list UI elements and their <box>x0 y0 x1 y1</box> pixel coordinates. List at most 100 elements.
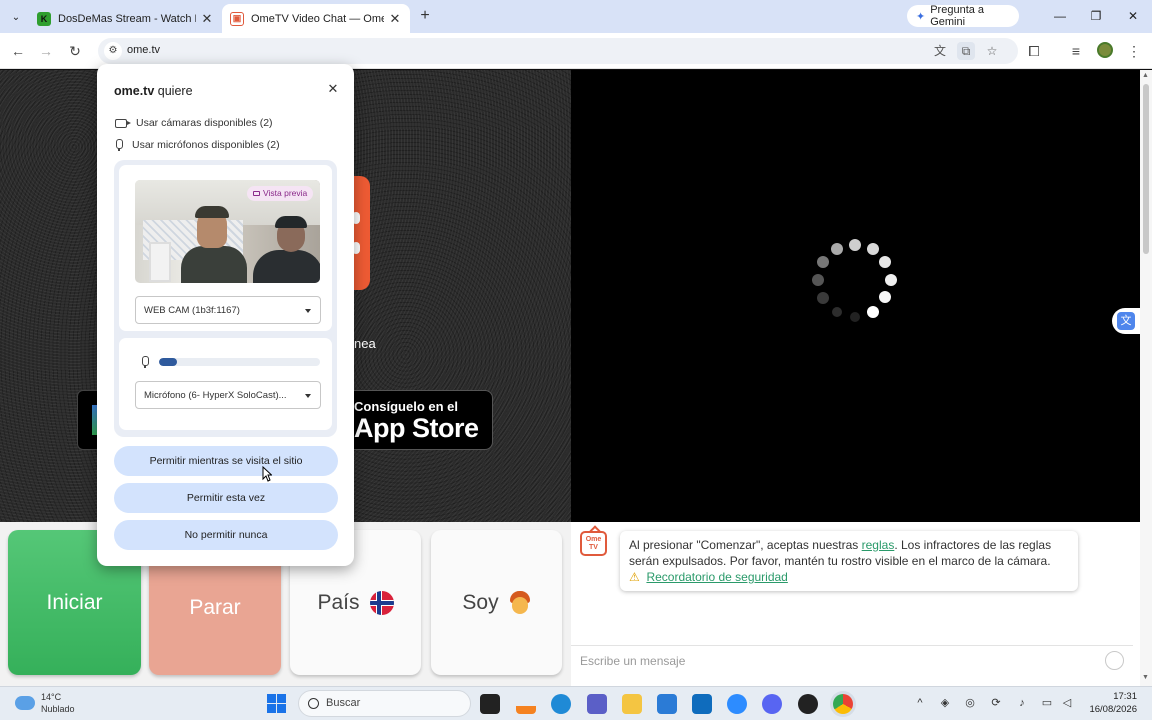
rules-notice: Al presionar "Comenzar", aceptas nuestra… <box>620 531 1078 591</box>
new-tab-plus-icon[interactable]: + <box>416 7 434 25</box>
device-preview-box: Vista previa WEB CAM (1b3f:1167) Micrófo… <box>114 160 337 437</box>
outlook-icon[interactable] <box>692 694 712 714</box>
weather-widget[interactable]: 14°C Nublado <box>15 691 75 715</box>
appstore-small-text: Consíguelo en el <box>354 399 459 414</box>
tray-mic-icon[interactable]: ♪ <box>1015 696 1029 710</box>
tab-title: OmeTV Video Chat — Omegle <box>251 12 384 25</box>
restore-icon[interactable]: ❐ <box>1079 4 1113 28</box>
message-input[interactable]: Escribe un mensaje <box>571 645 1133 675</box>
mic-level-meter <box>159 358 320 366</box>
gemini-label: Pregunta a Gemini <box>930 4 985 28</box>
translate-widget-icon[interactable]: 文 <box>1112 308 1140 334</box>
profile-avatar[interactable] <box>1097 42 1113 58</box>
reload-icon[interactable]: ↻ <box>64 40 86 62</box>
notice-text-1: Al presionar "Comenzar", aceptas nuestra… <box>629 538 862 552</box>
caret-down-icon <box>305 394 311 398</box>
tab-dosdemas[interactable]: K DosDeMas Stream - Watch Live ✕ <box>29 4 222 33</box>
kick-favicon-icon: K <box>37 11 51 26</box>
clock-date: 16/08/2026 <box>1089 704 1137 715</box>
mic-request-row: Usar micrófonos disponibles (2) <box>115 139 280 151</box>
translate-icon[interactable]: 文 <box>931 42 949 60</box>
tray-display-icon[interactable]: ▭ <box>1040 696 1054 710</box>
back-arrow-icon[interactable]: ← <box>7 40 29 62</box>
file-explorer-icon[interactable] <box>622 694 642 714</box>
tray-app-icon[interactable]: ◈ <box>938 696 952 710</box>
app-icon[interactable] <box>798 694 818 714</box>
zoom-icon[interactable] <box>727 694 747 714</box>
microphone-select[interactable]: Micrófono (6- HyperX SoloCast)... <box>135 381 321 409</box>
allow-while-visiting-button[interactable]: Permitir mientras se visita el sitio <box>114 446 338 476</box>
minimize-icon[interactable]: — <box>1043 4 1077 28</box>
mic-level-fill <box>159 358 177 366</box>
prompt-site: ome.tv <box>114 84 155 98</box>
gemini-button[interactable]: ✦ Pregunta a Gemini <box>907 4 1019 28</box>
windows-taskbar: 14°C Nublado Buscar ^ ◈ ◎ ⟳ ♪ ▭ ◁ 17:31 … <box>0 686 1152 720</box>
country-label: País <box>317 590 360 614</box>
tab-close-icon[interactable]: ✕ <box>388 11 402 27</box>
tab-search-chevron-icon[interactable]: ⌄ <box>7 8 25 26</box>
tray-sync-icon[interactable]: ⟳ <box>989 696 1003 710</box>
address-bar[interactable]: ⚙ ome.tv 文 ⧉ ☆ <box>98 38 1018 64</box>
system-clock[interactable]: 17:31 16/08/2026 <box>1083 690 1137 716</box>
mic-request-text: Usar micrófonos disponibles (2) <box>132 139 280 151</box>
tab-ometv[interactable]: ▣ OmeTV Video Chat — Omegle ✕ <box>222 4 410 33</box>
temperature: 14°C <box>41 692 62 702</box>
emoji-icon[interactable] <box>1105 651 1124 670</box>
search-icon <box>308 698 319 709</box>
page-scrollbar[interactable]: ▲ ▼ <box>1140 70 1152 686</box>
extensions-puzzle-icon[interactable]: ⧠ <box>1023 40 1045 62</box>
discord-icon[interactable] <box>762 694 782 714</box>
task-view-icon[interactable] <box>480 694 500 714</box>
safety-reminder-link[interactable]: Recordatorio de seguridad <box>646 570 787 584</box>
windows-start-icon[interactable] <box>267 694 286 713</box>
cloud-icon <box>15 696 35 710</box>
mic-level-row <box>141 356 320 368</box>
gender-label: Soy <box>462 590 499 614</box>
search-label: Buscar <box>326 697 361 709</box>
taskbar-search[interactable]: Buscar <box>298 690 471 717</box>
camera-request-text: Usar cámaras disponibles (2) <box>136 117 273 129</box>
prompt-title-suffix: quiere <box>157 84 193 98</box>
scroll-up-arrow-icon[interactable]: ▲ <box>1142 72 1149 79</box>
camera-select[interactable]: WEB CAM (1b3f:1167) <box>135 296 321 324</box>
caret-down-icon <box>305 309 311 313</box>
edge-icon[interactable] <box>551 694 571 714</box>
teams-icon[interactable] <box>587 694 607 714</box>
weather-condition: Nublado <box>41 704 75 714</box>
app-store-badge[interactable]: Consíguelo en el App Store <box>347 390 493 450</box>
tray-chevron-icon[interactable]: ^ <box>913 696 927 710</box>
prompt-close-icon[interactable]: ✕ <box>325 81 341 97</box>
vlc-icon[interactable] <box>516 694 536 714</box>
never-allow-button[interactable]: No permitir nunca <box>114 520 338 550</box>
tab-close-icon[interactable]: ✕ <box>200 11 214 27</box>
camera-request-row: Usar cámaras disponibles (2) <box>115 117 273 129</box>
chat-panel: Ome TV Al presionar "Comenzar", aceptas n… <box>571 522 1140 686</box>
mic-select-value: Micrófono (6- HyperX SoloCast)... <box>144 390 287 401</box>
tray-shield-icon[interactable]: ◎ <box>963 696 977 710</box>
permission-prompt: ome.tv quiere ✕ Usar cámaras disponibles… <box>97 64 354 566</box>
gender-button[interactable]: Soy <box>431 530 562 675</box>
scroll-thumb[interactable] <box>1143 84 1149 254</box>
menu-kebab-icon[interactable]: ⋮ <box>1123 40 1145 62</box>
forward-arrow-icon[interactable]: → <box>35 40 57 62</box>
boy-face-icon <box>509 590 531 615</box>
microphone-icon <box>141 356 149 368</box>
preview-badge: Vista previa <box>247 186 314 201</box>
camera-permission-icon[interactable]: ⧉ <box>957 42 975 60</box>
rules-link[interactable]: reglas <box>862 538 895 552</box>
media-controls-icon[interactable]: ≡ <box>1065 40 1087 62</box>
camera-preview-image: Vista previa <box>135 180 320 283</box>
scroll-down-arrow-icon[interactable]: ▼ <box>1142 674 1149 681</box>
tab-title: DosDeMas Stream - Watch Live <box>58 12 196 25</box>
store-icon[interactable] <box>657 694 677 714</box>
tray-volume-icon[interactable]: ◁ <box>1060 696 1074 710</box>
site-info-icon[interactable]: ⚙ <box>104 42 122 60</box>
ometv-favicon-icon: ▣ <box>230 11 244 26</box>
clock-time: 17:31 <box>1113 691 1137 702</box>
bookmark-star-icon[interactable]: ☆ <box>983 42 1001 60</box>
gemini-sparkle-icon: ✦ <box>916 10 926 23</box>
chrome-icon[interactable] <box>833 694 853 714</box>
window-close-icon[interactable]: ✕ <box>1116 4 1150 28</box>
mouse-cursor-icon <box>262 466 272 482</box>
allow-once-button[interactable]: Permitir esta vez <box>114 483 338 513</box>
